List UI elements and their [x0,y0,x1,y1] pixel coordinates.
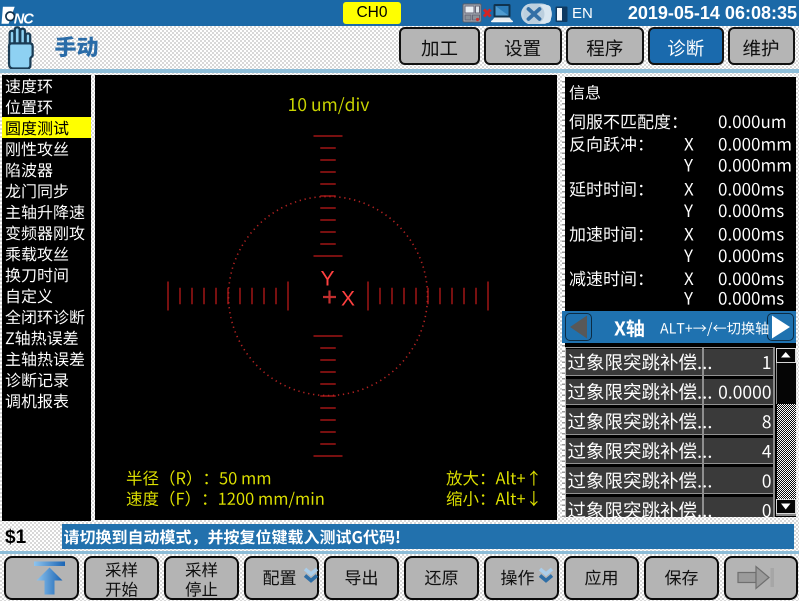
svg-text:NC: NC [14,12,34,24]
svg-text:X: X [341,288,355,311]
svg-text:Y: Y [320,268,334,291]
